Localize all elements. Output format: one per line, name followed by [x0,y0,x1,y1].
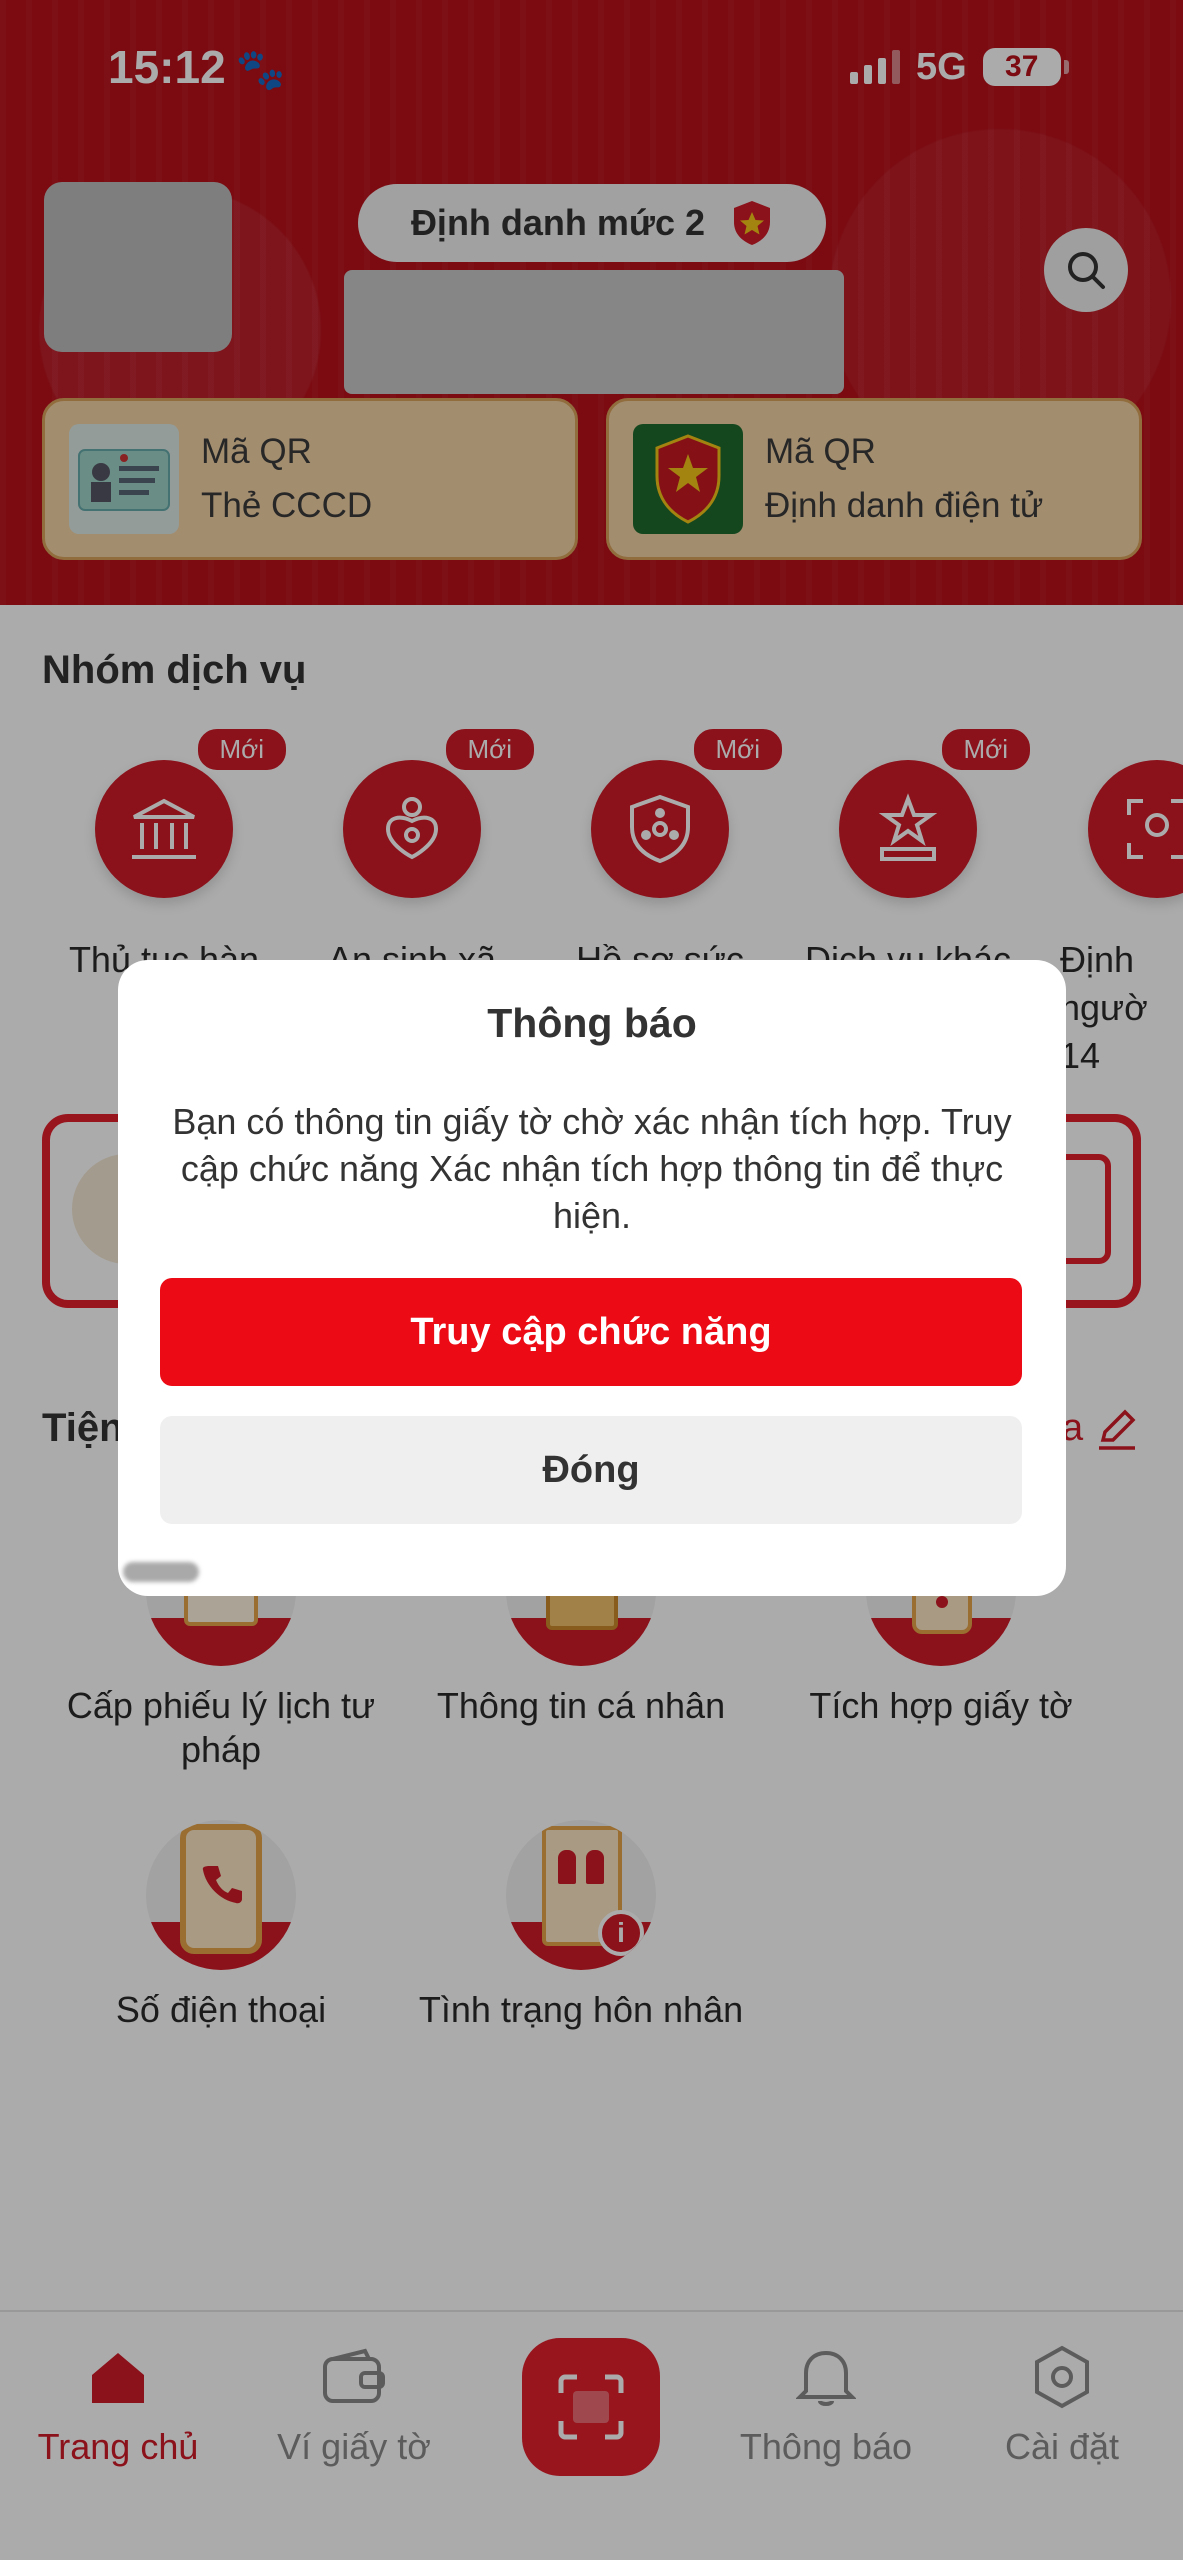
dialog-title: Thông báo [487,1000,697,1046]
dialog-message: Bạn có thông tin giấy tờ chờ xác nhận tí… [172,1101,1012,1236]
close-button[interactable]: Đóng [160,1416,1022,1524]
screen-smudge [123,1562,199,1582]
notification-dialog: Thông báo Bạn có thông tin giấy tờ chờ x… [118,960,1066,1596]
access-function-button[interactable]: Truy cập chức năng [160,1278,1022,1386]
